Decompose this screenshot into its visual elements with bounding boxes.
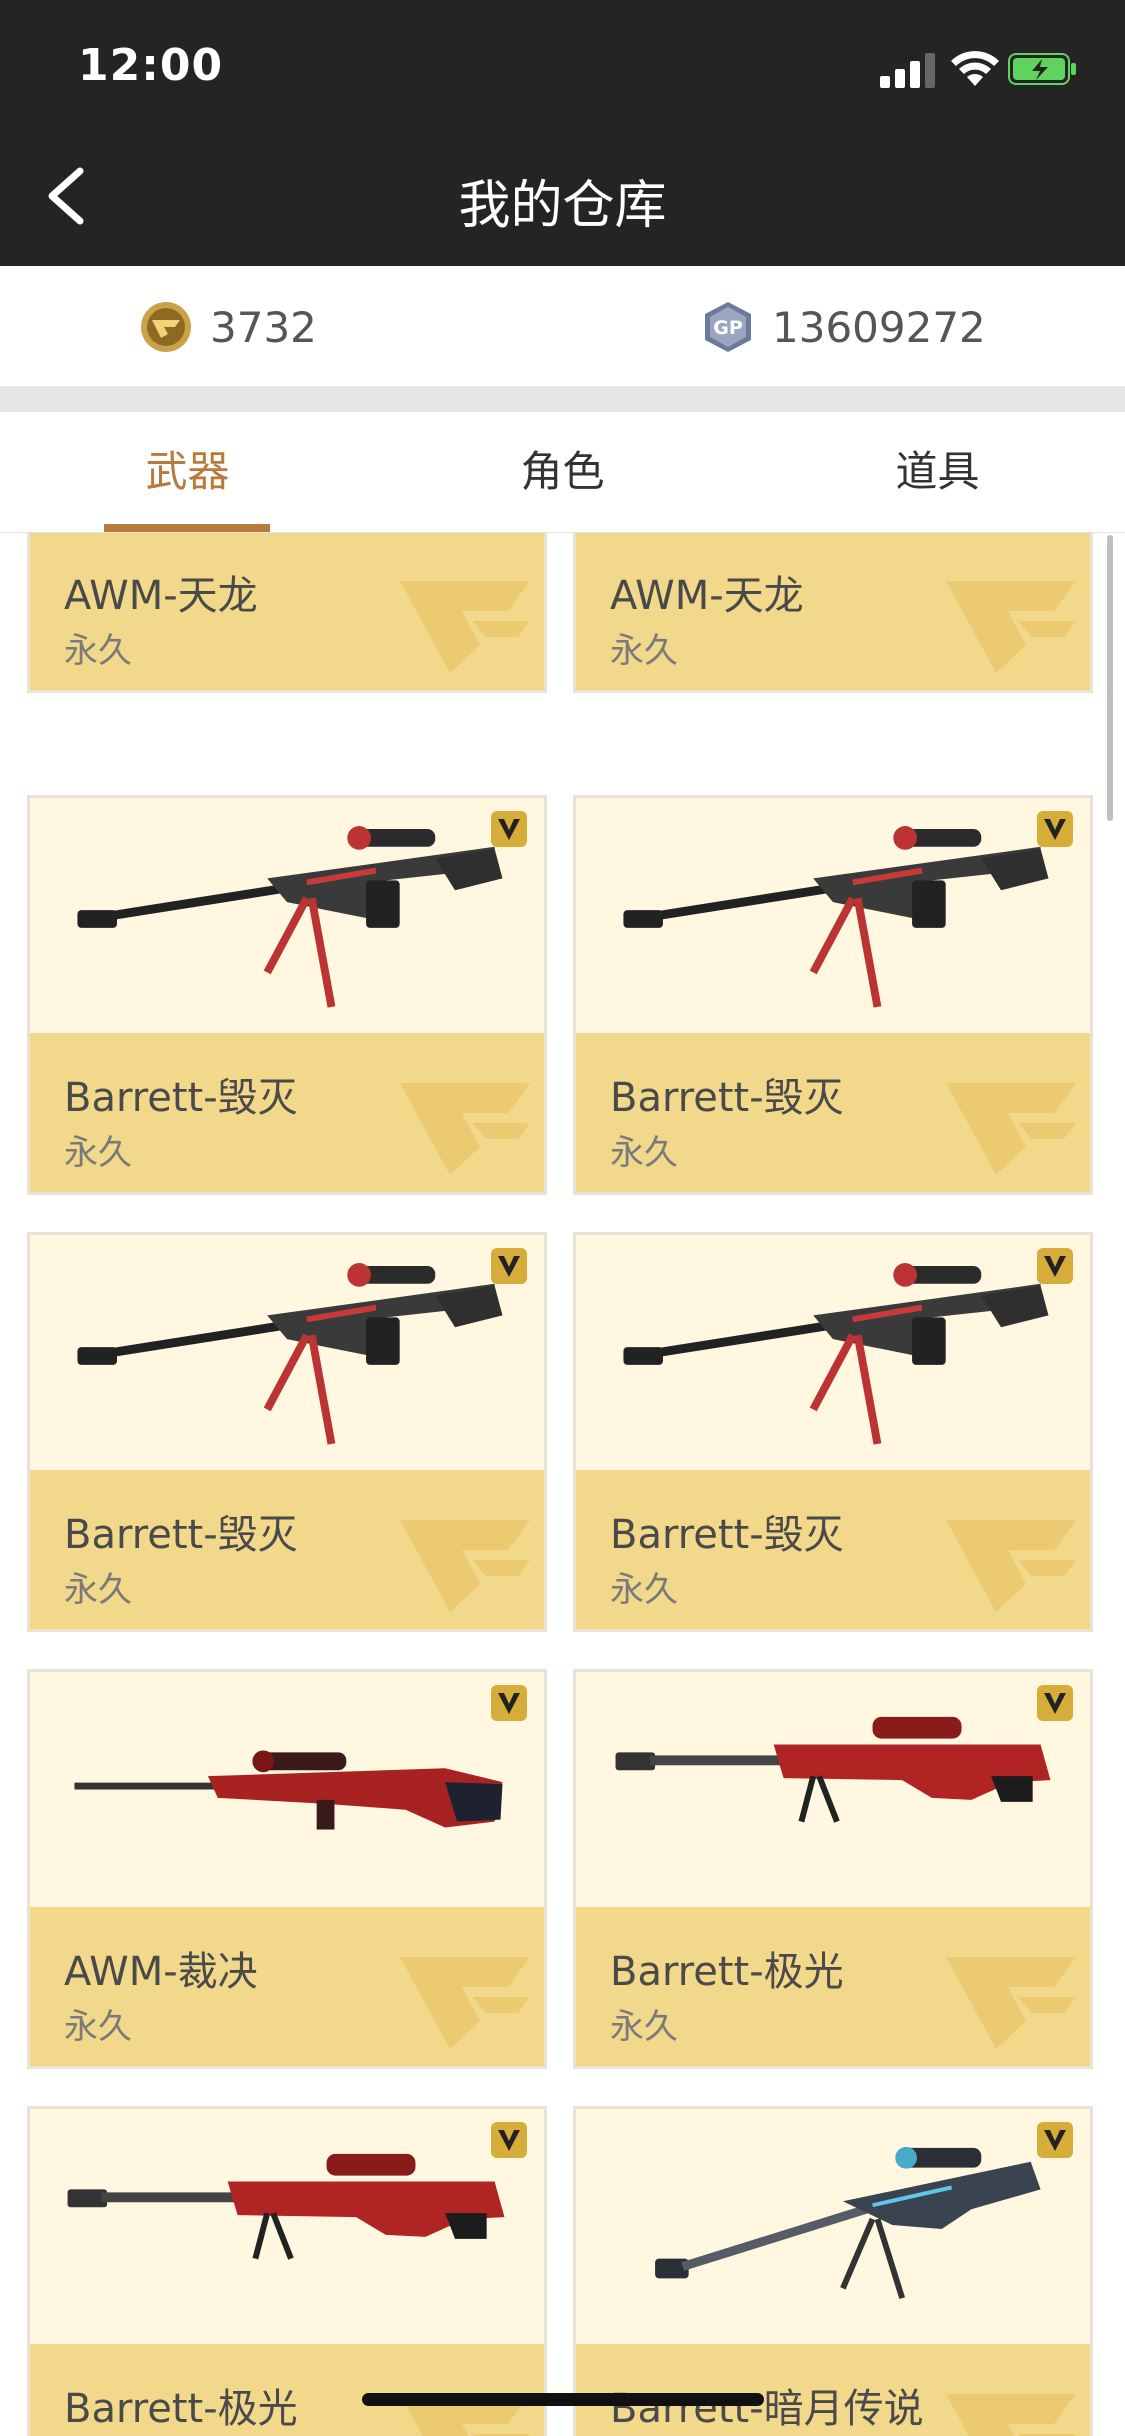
card-footer: Barrett-极光 永久 xyxy=(576,1907,1090,2066)
card-footer: AWM-裁决 永久 xyxy=(30,1907,544,2066)
item-card[interactable]: Barrett-极光 永久 xyxy=(573,1669,1093,2069)
barrett-destruction-rifle-icon xyxy=(623,1263,1049,1445)
barrett-destruction-rifle-icon xyxy=(77,1263,503,1445)
barrett-aurora-rifle-icon xyxy=(615,1716,1051,1823)
section-divider xyxy=(0,386,1125,412)
item-name: Barrett-极光 xyxy=(64,2386,298,2432)
barrett-destruction-rifle-icon xyxy=(77,826,503,1008)
item-duration: 永久 xyxy=(64,631,132,671)
card-footer: AWM-天龙 永久 xyxy=(30,533,544,690)
cf-logo-watermark-icon xyxy=(400,1520,530,1612)
top-bar: 12:00 我的仓库 xyxy=(0,0,1125,266)
card-footer: Barrett-毁灭 永久 xyxy=(576,1033,1090,1192)
item-name: Barrett-毁灭 xyxy=(610,1512,844,1558)
item-card[interactable]: AWM-天龙 永久 xyxy=(27,533,547,693)
cf-logo-watermark-icon xyxy=(946,1520,1076,1612)
item-name: AWM-天龙 xyxy=(610,573,804,619)
vip-badge-icon xyxy=(1037,2122,1073,2158)
active-tab-indicator xyxy=(104,524,270,532)
item-duration: 永久 xyxy=(610,1133,678,1173)
cf-logo-watermark-icon xyxy=(400,1957,530,2049)
item-card[interactable]: Barrett-暗月传说 xyxy=(573,2106,1093,2436)
card-footer: Barrett-极光 xyxy=(30,2344,544,2436)
item-name: AWM-裁决 xyxy=(64,1949,258,1995)
gp-value: 13609272 xyxy=(772,302,986,352)
cf-logo-watermark-icon xyxy=(946,1957,1076,2049)
barrett-aurora-rifle-icon xyxy=(67,2153,505,2260)
vip-badge-icon xyxy=(491,1685,527,1721)
cf-logo-watermark-icon xyxy=(400,581,530,673)
item-card[interactable]: Barrett-毁灭 永久 xyxy=(27,1232,547,1632)
card-footer: Barrett-毁灭 永久 xyxy=(30,1033,544,1192)
item-card[interactable]: Barrett-毁灭 永久 xyxy=(573,1232,1093,1632)
item-duration: 永久 xyxy=(610,1570,678,1610)
currency-row: 3732 GP 13609272 xyxy=(0,266,1125,386)
item-name: AWM-天龙 xyxy=(64,573,258,619)
item-card[interactable]: AWM-裁决 永久 xyxy=(27,1669,547,2069)
item-grid: AWM-天龙 永久 AWM-天龙 永久 Barrett-毁灭 永久 Barret… xyxy=(0,533,1125,2436)
tab-items[interactable]: 道具 xyxy=(750,412,1125,532)
card-footer: Barrett-暗月传说 xyxy=(576,2344,1090,2436)
card-footer: Barrett-毁灭 永久 xyxy=(576,1470,1090,1629)
signal-icon xyxy=(880,53,935,88)
tab-weapons[interactable]: 武器 xyxy=(0,412,375,532)
vip-badge-icon xyxy=(1037,1248,1073,1284)
item-card[interactable]: Barrett-极光 xyxy=(27,2106,547,2436)
status-time: 12:00 xyxy=(78,40,224,91)
cf-logo-watermark-icon xyxy=(946,2394,1076,2436)
gp-coin-icon: GP xyxy=(705,302,751,352)
gp-balance: GP 13609272 xyxy=(702,301,986,353)
item-card[interactable]: AWM-天龙 永久 xyxy=(573,533,1093,693)
vip-badge-icon xyxy=(491,811,527,847)
item-duration: 永久 xyxy=(610,2007,678,2047)
item-name: Barrett-毁灭 xyxy=(64,1075,298,1121)
vip-badge-icon xyxy=(1037,1685,1073,1721)
barrett-darkmoon-rifle-icon xyxy=(655,2146,1041,2300)
item-duration: 永久 xyxy=(64,1570,132,1610)
card-footer: AWM-天龙 永久 xyxy=(576,533,1090,690)
item-name: Barrett-极光 xyxy=(610,1949,844,1995)
home-indicator[interactable] xyxy=(362,2393,764,2406)
gp-badge-text: GP xyxy=(713,317,743,339)
cf-coin-icon xyxy=(141,302,191,352)
vip-badge-icon xyxy=(491,2122,527,2158)
awm-judgement-rifle-icon xyxy=(74,1750,503,1830)
wifi-icon xyxy=(951,51,999,86)
vip-badge-icon xyxy=(1037,811,1073,847)
item-name: Barrett-毁灭 xyxy=(64,1512,298,1558)
item-card[interactable]: Barrett-毁灭 永久 xyxy=(27,795,547,1195)
cf-points-balance: 3732 xyxy=(140,301,317,353)
cf-logo-watermark-icon xyxy=(400,1083,530,1175)
item-card[interactable]: Barrett-毁灭 永久 xyxy=(573,795,1093,1195)
item-name: Barrett-毁灭 xyxy=(610,1075,844,1121)
cf-logo-watermark-icon xyxy=(946,1083,1076,1175)
tab-characters[interactable]: 角色 xyxy=(375,412,750,532)
card-footer: Barrett-毁灭 永久 xyxy=(30,1470,544,1629)
category-tabs: 武器 角色 道具 xyxy=(0,412,1125,533)
cf-points-value: 3732 xyxy=(210,302,317,352)
battery-icon xyxy=(1008,53,1076,85)
page-title: 我的仓库 xyxy=(458,176,667,236)
item-duration: 永久 xyxy=(610,631,678,671)
cf-logo-watermark-icon xyxy=(946,581,1076,673)
barrett-destruction-rifle-icon xyxy=(623,826,1049,1008)
item-duration: 永久 xyxy=(64,2007,132,2047)
item-duration: 永久 xyxy=(64,1133,132,1173)
scrollbar[interactable] xyxy=(1107,535,1113,821)
vip-badge-icon xyxy=(491,1248,527,1284)
